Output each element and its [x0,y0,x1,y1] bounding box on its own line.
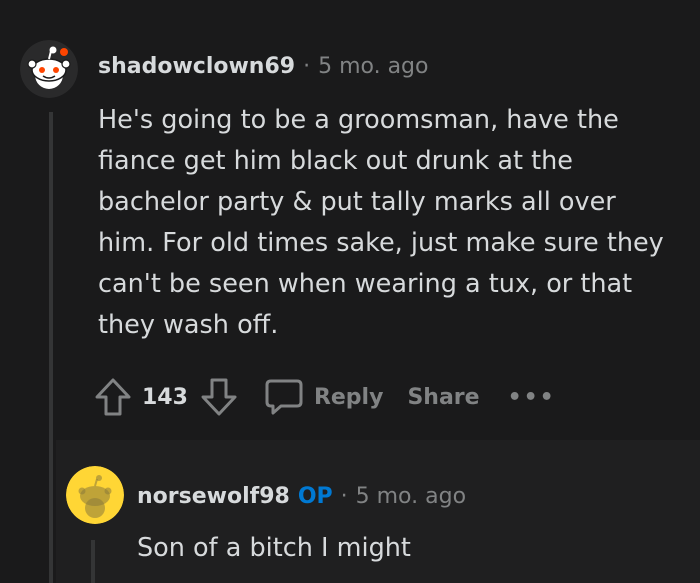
comment-bubble-icon [264,378,304,416]
user-avatar[interactable] [20,40,78,98]
reply-meta: norsewolf98 OP · 5 mo. ago [137,484,466,509]
more-options-icon[interactable]: ••• [508,385,556,410]
comment-body-line: bachelor party & put tally marks all ove… [98,187,616,217]
reply-button[interactable]: Reply [264,378,384,416]
comment-timestamp[interactable]: 5 mo. ago [318,54,428,79]
snoo-avatar-icon [66,466,124,524]
comment-body-line: fiance get him black out drunk at the [98,146,573,176]
reply-username[interactable]: norsewolf98 [137,484,290,509]
comment-meta: shadowclown69 · 5 mo. ago [98,54,428,79]
reply-body: Son of a bitch I might [137,533,411,563]
upvote-icon[interactable] [94,377,132,417]
comment-body-line: him. For old times sake, just make sure … [98,228,664,258]
reply-timestamp[interactable]: 5 mo. ago [356,484,466,509]
thread-collapse-line[interactable] [49,112,53,583]
reply-thread-line[interactable] [91,540,95,583]
meta-separator: · [303,54,311,79]
comment-body-line: they wash off. [98,310,279,340]
share-button[interactable]: Share [407,385,479,410]
comment-body-line: can't be seen when wearing a tux, or tha… [98,269,633,299]
comment-body: He's going to be a groomsman, have the f… [98,100,688,346]
vote-score: 143 [142,384,188,410]
op-badge: OP [297,484,333,509]
downvote-icon[interactable] [200,377,238,417]
snoo-avatar-icon [20,40,78,98]
meta-separator: · [340,484,348,509]
comment-body-line: He's going to be a groomsman, have the [98,105,619,135]
reply-user-avatar[interactable] [66,466,124,524]
comment-username[interactable]: shadowclown69 [98,54,295,79]
comment-action-bar: 143 Reply Share ••• [94,374,556,420]
reply-label: Reply [313,384,384,410]
